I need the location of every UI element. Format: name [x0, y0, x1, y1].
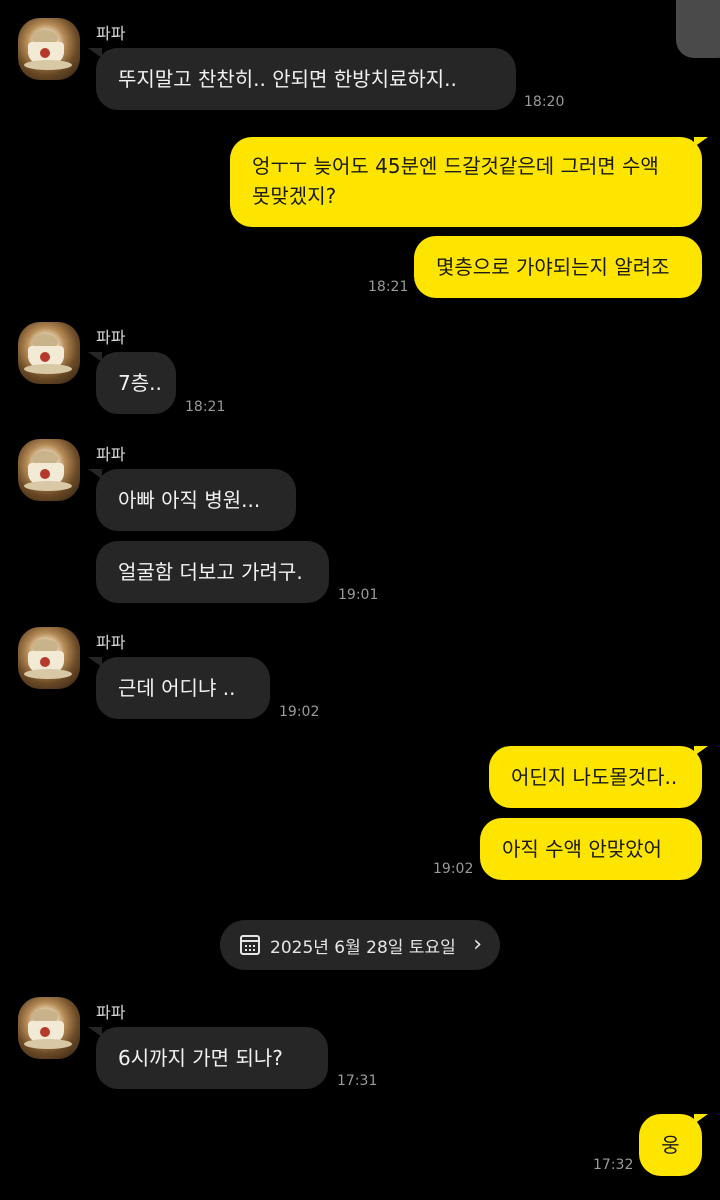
message-time: 18:21	[185, 399, 226, 415]
avatar[interactable]	[18, 439, 80, 501]
message-bubble[interactable]: 뚜지말고 찬찬히.. 안되면 한방치료하지..	[96, 48, 516, 110]
message-bubble[interactable]: 엉ㅜㅜ 늦어도 45분엔 드갈것같은데 그러면 수액 못맞겠지?	[230, 137, 702, 227]
message-bubble[interactable]: 어딘지 나도몰것다..	[489, 746, 702, 808]
sender-name: 파파	[96, 633, 126, 652]
date-divider[interactable]: 2025년 6월 28일 토요일 ›	[220, 920, 500, 970]
message-bubble[interactable]: 얼굴함 더보고 가려구.	[96, 541, 329, 603]
message-bubble[interactable]: 6시까지 가면 되나?	[96, 1027, 328, 1089]
sender-name: 파파	[96, 24, 126, 43]
chevron-right-icon: ›	[473, 932, 482, 957]
message-time: 17:32	[593, 1157, 634, 1173]
sender-name: 파파	[96, 1003, 126, 1022]
date-label: 2025년 6월 28일 토요일	[270, 937, 456, 958]
avatar[interactable]	[18, 627, 80, 689]
message-bubble[interactable]: 아직 수액 안맞았어	[480, 818, 702, 880]
message-time: 19:01	[338, 587, 379, 603]
message-bubble[interactable]: 7층..	[96, 352, 176, 414]
message-time: 19:02	[279, 704, 320, 720]
sender-name: 파파	[96, 328, 126, 347]
scroll-handle[interactable]	[676, 0, 720, 58]
message-bubble[interactable]: 몇층으로 가야되는지 알려조	[414, 236, 702, 298]
message-time: 18:20	[524, 94, 565, 110]
avatar[interactable]	[18, 18, 80, 80]
message-bubble[interactable]: 웅	[639, 1114, 702, 1176]
message-time: 19:02	[433, 861, 474, 877]
message-bubble[interactable]: 근데 어디냐 ..	[96, 657, 270, 719]
sender-name: 파파	[96, 445, 126, 464]
message-time: 18:21	[368, 279, 409, 295]
avatar[interactable]	[18, 322, 80, 384]
avatar[interactable]	[18, 997, 80, 1059]
message-time: 17:31	[337, 1073, 378, 1089]
calendar-icon	[240, 935, 260, 955]
message-bubble[interactable]: 아빠 아직 병원...	[96, 469, 296, 531]
